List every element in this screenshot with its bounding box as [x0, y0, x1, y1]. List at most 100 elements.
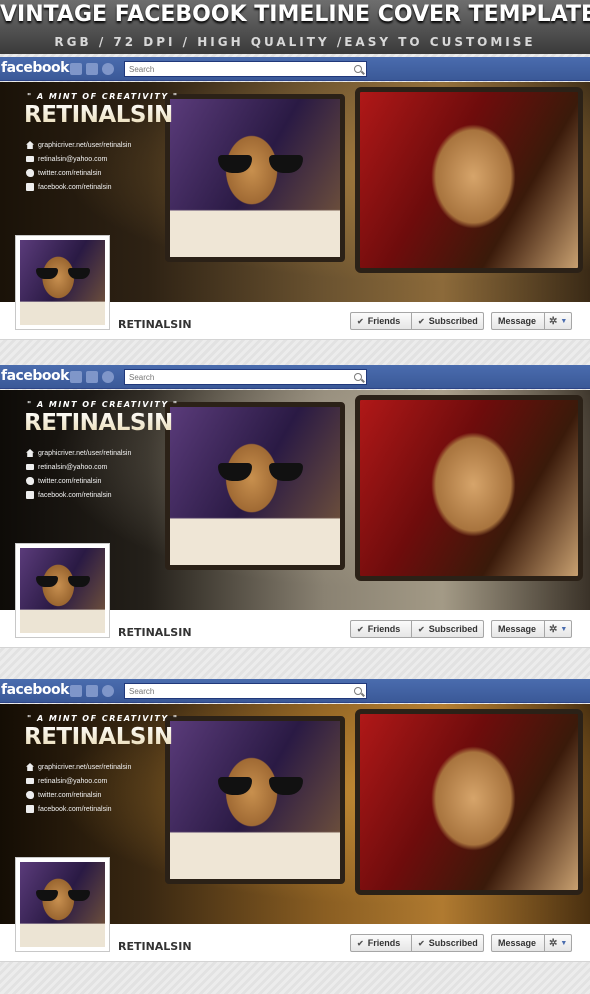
settings-dropdown-button[interactable]: ✲ ▼ [544, 312, 572, 330]
friend-requests-icon[interactable] [70, 685, 82, 697]
facebook-logo[interactable]: facebook [1, 60, 69, 76]
sunglasses-shape [218, 155, 303, 175]
subscribed-button[interactable]: ✔ Subscribed [411, 934, 484, 952]
avatar [20, 240, 105, 325]
avatar [20, 548, 105, 633]
profile-picture[interactable] [15, 857, 110, 952]
contact-item: retinalsin@yahoo.com [26, 774, 131, 788]
messages-icon[interactable] [86, 685, 98, 697]
check-icon: ✔ [357, 624, 364, 634]
chevron-down-icon: ▼ [560, 939, 568, 947]
chevron-down-icon: ▼ [560, 317, 568, 325]
contact-item: graphicriver.net/user/retinalsin [26, 760, 131, 774]
contact-item: twitter.com/retinalsin [26, 788, 131, 802]
facebook-icon [26, 183, 34, 191]
notifications-globe-icon[interactable] [102, 371, 114, 383]
home-icon [26, 449, 34, 457]
messages-icon[interactable] [86, 63, 98, 75]
portrait-closeup-photo [355, 87, 583, 273]
contact-item: twitter.com/retinalsin [26, 166, 131, 180]
gear-icon: ✲ [549, 937, 558, 949]
facebook-top-bar: facebook Search [0, 365, 590, 389]
sunglasses-shape [36, 268, 90, 280]
contact-item: twitter.com/retinalsin [26, 474, 131, 488]
contact-list: graphicriver.net/user/retinalsin retinal… [26, 760, 131, 816]
facebook-logo[interactable]: facebook [1, 368, 69, 384]
facebook-top-bar: facebook Search [0, 679, 590, 703]
home-icon [26, 141, 34, 149]
check-icon: ✔ [357, 938, 364, 948]
sunglasses-shape [36, 576, 90, 588]
template-header: VINTAGE FACEBOOK TIMELINE COVER TEMPLATE… [0, 0, 590, 54]
notification-icons [70, 685, 114, 697]
contact-list: graphicriver.net/user/retinalsin retinal… [26, 446, 131, 502]
profile-picture[interactable] [15, 235, 110, 330]
mail-icon [26, 464, 34, 470]
notifications-globe-icon[interactable] [102, 685, 114, 697]
cover-brand-name: RETINALSIN [24, 102, 173, 128]
facebook-top-bar: facebook Search [0, 57, 590, 81]
contact-item: graphicriver.net/user/retinalsin [26, 446, 131, 460]
mail-icon [26, 778, 34, 784]
check-icon: ✔ [418, 624, 425, 634]
portrait-closeup-photo [355, 709, 583, 895]
subscribed-button[interactable]: ✔ Subscribed [411, 312, 484, 330]
avatar [20, 862, 105, 947]
settings-dropdown-button[interactable]: ✲ ▼ [544, 934, 572, 952]
cover-brand-name: RETINALSIN [24, 410, 173, 436]
notification-icons [70, 371, 114, 383]
twitter-icon [26, 791, 34, 799]
notifications-globe-icon[interactable] [102, 63, 114, 75]
check-icon: ✔ [418, 938, 425, 948]
timeline-preview-3: facebook Search " A MINT OF CREATIVITY "… [0, 679, 590, 962]
sunglasses-shape [218, 777, 303, 797]
message-button[interactable]: Message [491, 620, 545, 638]
portrait-sunglasses-photo [165, 716, 345, 884]
mail-icon [26, 156, 34, 162]
home-icon [26, 763, 34, 771]
gear-icon: ✲ [549, 623, 558, 635]
message-button[interactable]: Message [491, 312, 545, 330]
friends-button[interactable]: ✔ Friends [350, 934, 412, 952]
contact-list: graphicriver.net/user/retinalsin retinal… [26, 138, 131, 194]
search-icon[interactable] [354, 687, 362, 695]
profile-name[interactable]: RETINALSIN [118, 626, 192, 639]
portrait-sunglasses-photo [165, 402, 345, 570]
search-icon[interactable] [354, 65, 362, 73]
contact-item: facebook.com/retinalsin [26, 488, 131, 502]
friends-button[interactable]: ✔ Friends [350, 312, 412, 330]
page-subtitle: RGB / 72 DPI / HIGH QUALITY /EASY TO CUS… [54, 35, 536, 49]
contact-item: retinalsin@yahoo.com [26, 460, 131, 474]
contact-item: retinalsin@yahoo.com [26, 152, 131, 166]
sunglasses-shape [36, 890, 90, 902]
portrait-sunglasses-photo [165, 94, 345, 262]
chevron-down-icon: ▼ [560, 625, 568, 633]
search-input[interactable]: Search [124, 61, 367, 77]
friends-button[interactable]: ✔ Friends [350, 620, 412, 638]
subscribed-button[interactable]: ✔ Subscribed [411, 620, 484, 638]
message-button[interactable]: Message [491, 934, 545, 952]
search-input[interactable]: Search [124, 369, 367, 385]
facebook-icon [26, 805, 34, 813]
profile-name[interactable]: RETINALSIN [118, 318, 192, 331]
profile-picture[interactable] [15, 543, 110, 638]
gear-icon: ✲ [549, 315, 558, 327]
profile-name[interactable]: RETINALSIN [118, 940, 192, 953]
friend-requests-icon[interactable] [70, 63, 82, 75]
search-icon[interactable] [354, 373, 362, 381]
messages-icon[interactable] [86, 371, 98, 383]
twitter-icon [26, 169, 34, 177]
facebook-logo[interactable]: facebook [1, 682, 69, 698]
settings-dropdown-button[interactable]: ✲ ▼ [544, 620, 572, 638]
twitter-icon [26, 477, 34, 485]
search-input[interactable]: Search [124, 683, 367, 699]
friend-requests-icon[interactable] [70, 371, 82, 383]
contact-item: facebook.com/retinalsin [26, 802, 131, 816]
sunglasses-shape [218, 463, 303, 483]
contact-item: graphicriver.net/user/retinalsin [26, 138, 131, 152]
timeline-preview-1: facebook Search " A MINT OF CREATIVITY "… [0, 57, 590, 340]
check-icon: ✔ [418, 316, 425, 326]
cover-tagline: " A MINT OF CREATIVITY " [27, 92, 179, 101]
portrait-closeup-photo [355, 395, 583, 581]
check-icon: ✔ [357, 316, 364, 326]
